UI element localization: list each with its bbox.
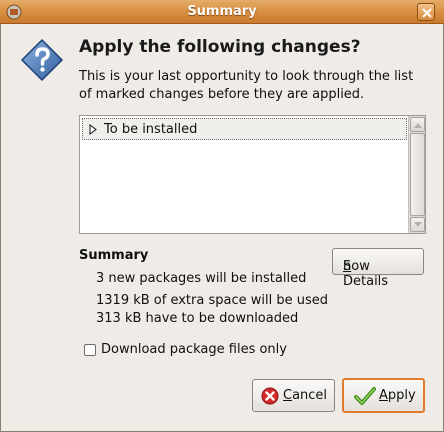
- scroll-down-button[interactable]: [410, 217, 425, 232]
- triangle-right-icon[interactable]: [89, 124, 97, 135]
- window-title: Summary: [187, 4, 257, 19]
- tree-scrollbar[interactable]: [408, 116, 425, 233]
- summary-heading: Summary: [79, 248, 149, 263]
- changes-tree[interactable]: To be installed: [79, 115, 426, 234]
- download-only-label: Download package files only: [101, 342, 287, 357]
- summary-line-space: 1319 kB of extra space will be used: [96, 293, 328, 308]
- arrow-up-icon: [414, 123, 422, 128]
- apply-label: Apply: [379, 388, 416, 403]
- cancel-button[interactable]: Cancel: [252, 379, 335, 412]
- checkmark-icon: [354, 387, 376, 405]
- apply-button[interactable]: Apply: [342, 378, 425, 413]
- close-button[interactable]: [417, 3, 435, 21]
- dialog-description: This is your last opportunity to look th…: [79, 69, 414, 102]
- download-only-checkbox[interactable]: [84, 344, 96, 356]
- cancel-label: Cancel: [283, 388, 328, 403]
- scroll-up-button[interactable]: [410, 117, 425, 132]
- question-icon: [20, 38, 64, 82]
- tree-row-label: To be installed: [104, 122, 198, 137]
- summary-line-download: 313 kB have to be downloaded: [96, 311, 299, 326]
- show-details-button[interactable]: Show Details: [332, 248, 424, 289]
- title-bar[interactable]: Summary: [0, 0, 444, 24]
- tree-row-to-be-installed[interactable]: To be installed: [82, 118, 407, 140]
- summary-line-packages: 3 new packages will be installed: [96, 271, 307, 286]
- arrow-down-icon: [414, 222, 422, 227]
- dialog-heading: Apply the following changes?: [79, 37, 361, 57]
- scroll-thumb[interactable]: [410, 133, 425, 216]
- cancel-icon: [261, 387, 279, 405]
- close-icon: [422, 8, 432, 18]
